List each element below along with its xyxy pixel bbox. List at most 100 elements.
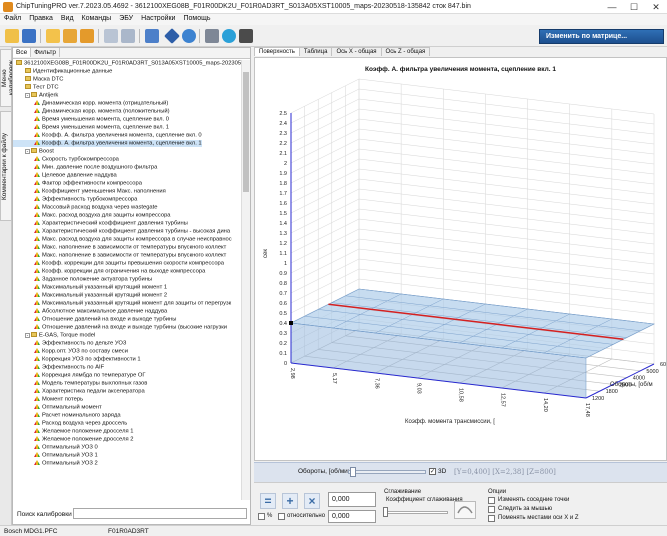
menu-edit[interactable]: Правка [25,14,57,23]
tree-item[interactable]: Маска DTC [13,76,63,83]
diamond-icon[interactable] [164,28,180,44]
open-folder-icon[interactable] [5,29,19,43]
tools-icon[interactable] [205,29,219,43]
tab-axis-x[interactable]: Ось X - общая [331,47,382,56]
tree-item[interactable]: 3612100XEG08B_F01R00DK2U_F01R0AD3RT_S013… [13,60,241,67]
tab-table[interactable]: Таблица [298,47,333,56]
tree-item[interactable]: Расход воздуха через дроссель [13,420,127,427]
percent-checkbox[interactable] [258,513,265,520]
surface-chart[interactable]: 0 0.1 0.2 0.3 0.4 0.5 0.6 0.7 0.8 0.9 1 1.1 1.2 1.3 1.… [255,58,666,460]
tree-item[interactable]: Оптимальный УОЗ 2 [13,460,98,467]
find-icon[interactable] [182,29,196,43]
relative-value-input[interactable]: 0,000 [328,510,376,523]
tree-item[interactable]: Эффективность по дельте УОЗ [13,340,126,347]
tree-item[interactable]: Характеристический коэффициент давления … [13,228,230,235]
tree-scrollbar[interactable] [241,60,250,500]
tree-item[interactable]: Характеристический коэффициент давления … [13,220,188,227]
menu-help[interactable]: Помощь [179,14,214,23]
tree-item[interactable]: Корр.опт. УОЗ по составу смеси [13,348,128,355]
smoothing-slider[interactable] [384,511,448,514]
paste-icon[interactable] [121,29,135,43]
calibration-menu-tab[interactable]: Меню калибровок [0,49,15,107]
tree-item[interactable]: Эффективность по AIF [13,364,104,371]
tree-item[interactable]: Оптимальный УОЗ 1 [13,452,98,459]
tree-item[interactable]: Мин. давление после воздушного фильтра [13,164,157,171]
tree-item[interactable]: Идентификационные данные [13,68,112,75]
tree-item[interactable]: Макс. расход воздуха для защиты компресс… [13,212,171,219]
collapse-toggle-icon[interactable]: - [25,332,30,338]
save-icon[interactable] [22,29,36,43]
tree-item[interactable]: Отношение давлений на входе и выходе тур… [13,324,227,331]
tree-item[interactable]: Максимальный указанный крутящий момент д… [13,300,231,307]
tab-surface[interactable]: Поверхность [254,47,300,56]
menu-view[interactable]: Вид [57,14,78,23]
tree-item[interactable]: Коэфф. коррекции для защиты превышения с… [13,260,224,267]
tree-item[interactable]: Скорость турбокомпрессора [13,156,119,163]
tree-item[interactable]: - Boost [13,148,54,155]
value-input[interactable]: 0,000 [328,492,376,507]
add-button[interactable]: + [282,493,298,509]
smooth-button[interactable] [454,501,476,519]
collapse-toggle-icon[interactable]: - [25,92,30,98]
close-button[interactable]: ✕ [645,0,667,14]
tree-item[interactable]: - Antijerk [13,92,58,99]
menu-ecu[interactable]: ЭБУ [115,14,137,23]
menu-settings[interactable]: Настройки [137,14,179,23]
tree-item[interactable]: Массовый расход воздуха через wastegate [13,204,157,211]
menu-commands[interactable]: Команды [78,14,116,23]
file-comments-tab[interactable]: Комментарии к файлу [0,111,12,221]
tree-item[interactable]: Заданное положение актуатора турбины [13,276,152,283]
menu-file[interactable]: Файл [0,14,25,23]
tree-item[interactable]: Время уменьшения момента, сцепление вкл.… [13,124,169,131]
maximize-button[interactable]: ☐ [623,0,645,14]
tab-filter[interactable]: Фильтр [31,48,61,57]
rpm-slider-thumb[interactable] [350,467,356,477]
scrollbar-thumb[interactable] [243,72,249,192]
tree-item[interactable]: Коэффициент уменьшения Макс. наполнения [13,188,166,195]
minimize-button[interactable]: — [601,0,623,14]
tab-all[interactable]: Все [13,48,32,57]
collapse-toggle-icon[interactable]: - [25,148,30,154]
rpm-slider-track[interactable] [348,470,426,474]
tree-item[interactable]: Коэфф. А. фильтра увеличения момента, сц… [13,132,202,139]
tree-item[interactable]: Макс. наполнение в зависимости от темпер… [13,252,226,259]
tree-item[interactable]: Эффективность турбокомпрессора [13,196,137,203]
tree-item[interactable]: Макс. расход воздуха для защиты компресс… [13,236,232,243]
copy-icon[interactable] [104,29,118,43]
settings-icon[interactable] [239,29,253,43]
tree-item[interactable]: Абсолютное максимальное давление наддува [13,308,167,315]
relative-checkbox[interactable] [278,513,285,520]
follow-mouse-checkbox[interactable] [488,506,495,513]
tree-item[interactable]: Максимальный указанный крутящий момент 1 [13,284,167,291]
tree-item[interactable]: Расчет номинального заряда [13,412,121,419]
tree-item[interactable]: Динамическая корр. момента (отрицательны… [13,100,168,107]
tree-item[interactable]: Оптимальный момент [13,404,102,411]
help-icon[interactable] [222,29,236,43]
tree-item[interactable]: Макс. наполнение в зависимости от темпер… [13,244,226,251]
smoothing-slider-thumb[interactable] [383,507,388,517]
tree-item[interactable]: Максимальный указанный крутящий момент 2 [13,292,167,299]
tree-item[interactable]: Тест DTC [13,84,59,91]
tree-item[interactable]: Отношение давлений на входе и выходе тур… [13,316,176,323]
3d-checkbox[interactable]: ✓ [429,468,436,475]
new-file-icon[interactable] [46,29,60,43]
multiply-button[interactable]: × [304,493,320,509]
tree-item[interactable]: Коэфф. А. фильтра увеличения момента, сц… [13,140,202,148]
tree-item[interactable]: Момент потерь [13,396,83,403]
search-input[interactable] [73,508,247,519]
tree-item[interactable]: Оптимальный УОЗ 0 [13,444,98,451]
tree-item[interactable]: Коэфф. коррекции для ограничения на выхо… [13,268,205,275]
tree-item[interactable]: Коррекция УОЗ по эффективности 1 [13,356,141,363]
change-neighbors-checkbox[interactable] [488,497,495,504]
tree-item[interactable]: Целевое давление наддува [13,172,117,179]
change-by-matrix-button[interactable]: Изменить по матрице... [539,29,664,44]
tree-item[interactable]: Модель температуры выхлопных газов [13,380,147,387]
open-file-icon[interactable] [63,29,77,43]
tree-item[interactable]: Желаемое положение дросселя 2 [13,436,133,443]
tree-item[interactable]: Коррекция лямбда по температуре ОГ [13,372,146,379]
tree-item[interactable]: Динамическая корр. момента (положительны… [13,108,170,115]
tree-item[interactable]: Желаемое положение дросселя 1 [13,428,133,435]
swap-axes-checkbox[interactable] [488,515,495,522]
tree-item[interactable]: Фактор эффективности компрессора [13,180,142,187]
tree-item[interactable]: - E-GAS, Torque model [13,332,95,339]
